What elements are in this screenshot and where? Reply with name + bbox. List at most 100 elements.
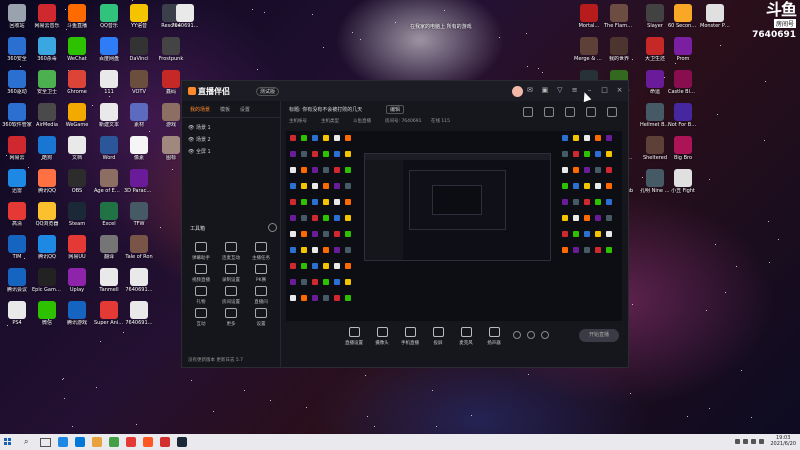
lock-icon[interactable] <box>523 107 534 117</box>
desktop-icon[interactable]: 腾讯游戏 <box>62 301 92 334</box>
desktop-icon[interactable]: PS4 <box>2 301 32 334</box>
gift-icon[interactable]: ▽ <box>555 86 564 95</box>
desktop-icon[interactable]: 新建文本 <box>94 103 124 136</box>
desktop-icon[interactable]: DaVinci <box>124 37 154 70</box>
desktop-icon[interactable]: 3D Paracosm <box>124 169 154 202</box>
menu-icon[interactable]: ≡ <box>570 86 579 95</box>
desktop-icon[interactable]: 360软件管家 <box>2 103 32 136</box>
desktop-icon[interactable]: 111 <box>94 70 124 103</box>
desktop-icon[interactable]: Frostpunk <box>156 37 186 70</box>
bottom-action-button[interactable]: 手机直播 <box>397 327 423 346</box>
desktop-icon[interactable]: 小丑 Fight <box>668 169 698 202</box>
scene-item[interactable]: 👁 场景 2 <box>182 134 280 146</box>
tool-button[interactable]: 更多 <box>216 305 246 327</box>
desktop-icon[interactable]: 360安全 <box>2 37 32 70</box>
desktop-icon[interactable]: Age of Empires <box>94 169 124 202</box>
desktop-icon[interactable]: 网易云音乐 <box>32 4 62 37</box>
bottom-action-button[interactable]: 直播设置 <box>341 327 367 346</box>
tool-button[interactable]: 弹幕助手 <box>186 239 216 261</box>
desktop-icon[interactable]: WeChat <box>62 37 92 70</box>
desktop-icon[interactable]: Tale of Ron <box>124 235 154 268</box>
search-icon[interactable]: ⌕ <box>24 438 28 446</box>
desktop-icon[interactable]: 迅雷 <box>2 169 32 202</box>
desktop-icon[interactable]: 斗鱼直播 <box>62 4 92 37</box>
tool-button[interactable]: 主播任务 <box>246 239 276 261</box>
skin-icon[interactable]: ▣ <box>540 86 549 95</box>
layout-icon[interactable] <box>544 107 555 117</box>
desktop-icon[interactable]: 孔明 Nine Prom <box>640 169 670 202</box>
start-live-button[interactable]: 开始直播 <box>579 329 619 342</box>
desktop-icon[interactable]: 360杀毒 <box>32 37 62 70</box>
tool-button[interactable]: 房间设置 <box>216 283 246 305</box>
taskbar-app-icon[interactable] <box>143 437 153 447</box>
share-icon[interactable] <box>607 107 617 117</box>
desktop-icon[interactable]: Steam <box>62 202 92 235</box>
desktop-icon[interactable]: 60 Seconds! Reatomized <box>668 4 698 37</box>
desktop-icon[interactable]: Big Bro <box>668 136 698 169</box>
tool-button[interactable]: 录制设置 <box>216 261 246 283</box>
message-icon[interactable]: ✉ <box>525 86 534 95</box>
desktop-icon[interactable]: Mortal… <box>574 4 604 37</box>
mic-settings-icon[interactable] <box>513 331 521 339</box>
desktop-icon[interactable]: TIM <box>2 235 32 268</box>
desktop-icon[interactable]: Castle Blood <box>668 70 698 103</box>
edit-title-button[interactable]: 编辑 <box>386 105 405 114</box>
tab-my-scenes[interactable]: 我的场景 <box>190 106 210 113</box>
desktop-icon[interactable]: Tanmell <box>94 268 124 301</box>
desktop-icon[interactable]: 命运 <box>640 70 670 103</box>
taskbar-app-icon[interactable] <box>126 437 136 447</box>
desktop-icon[interactable]: 像素 <box>124 136 154 169</box>
desktop-icon[interactable]: Chrome <box>62 70 92 103</box>
desktop-icon[interactable]: TFW <box>124 202 154 235</box>
desktop-icon[interactable]: WeGame <box>62 103 92 136</box>
desktop-icon[interactable]: VOTV <box>124 70 154 103</box>
desktop-icon[interactable]: 360驱动 <box>2 70 32 103</box>
desktop-icon[interactable]: Word <box>94 136 124 169</box>
taskbar-app-icon[interactable] <box>92 437 102 447</box>
app-titlebar[interactable]: 直播伴侣 测试版 ✉ ▣ ▽ ≡ – □ × <box>182 81 628 101</box>
tool-button[interactable]: 连麦互动 <box>216 239 246 261</box>
tab-settings[interactable]: 设置 <box>240 106 250 113</box>
stream-preview[interactable] <box>286 131 622 321</box>
desktop-icon[interactable]: 回收站 <box>2 4 32 37</box>
tool-button[interactable]: 互动 <box>186 305 216 327</box>
desktop-icon[interactable]: AirMedia <box>32 103 62 136</box>
desktop-icon[interactable]: 翻译 <box>94 235 124 268</box>
desktop-icon[interactable]: The Flame… <box>604 4 634 37</box>
desktop-icon[interactable]: Merge & Blade <box>574 37 604 70</box>
desktop-icon[interactable]: 7640691… <box>124 268 154 301</box>
taskbar-app-icon[interactable] <box>160 437 170 447</box>
network-icon[interactable] <box>743 439 748 444</box>
desktop-icon[interactable]: YY语音 <box>124 4 154 37</box>
desktop-icon[interactable]: 7640691… <box>124 301 154 334</box>
bottom-action-button[interactable]: 麦克风 <box>453 327 479 346</box>
desktop-icon[interactable]: 腾讯QQ <box>32 169 62 202</box>
desktop-icon[interactable]: Excel <box>94 202 124 235</box>
bottom-action-button[interactable]: 扬声器 <box>481 327 507 346</box>
sidebar-footer[interactable]: 没有更新版本 更新日志 5.7 <box>188 357 243 363</box>
desktop-icon[interactable]: 网易云 <box>2 136 32 169</box>
desktop-icon[interactable]: 7640691… <box>170 4 200 37</box>
desktop-icon[interactable]: 百度网盘 <box>94 37 124 70</box>
tab-templates[interactable]: 模板 <box>220 106 230 113</box>
tool-button[interactable]: 视频直播 <box>186 261 216 283</box>
desktop-icon[interactable]: 微信 <box>32 301 62 334</box>
taskbar-app-icon[interactable] <box>58 437 68 447</box>
maximize-icon[interactable]: □ <box>600 86 609 95</box>
toolbox-settings-icon[interactable] <box>268 223 277 232</box>
desktop-icon[interactable]: Hellmet Behind <box>640 103 670 136</box>
desktop-icon[interactable]: 我的世界 <box>604 37 634 70</box>
tool-button[interactable]: 设置 <box>246 305 276 327</box>
volume-icon[interactable] <box>751 439 756 444</box>
bottom-action-button[interactable]: 投屏 <box>425 327 451 346</box>
close-icon[interactable]: × <box>615 86 624 95</box>
desktop-icon[interactable]: OBS <box>62 169 92 202</box>
desktop-icon[interactable]: Epic Games Launcher <box>32 268 62 301</box>
gear-icon[interactable] <box>541 331 549 339</box>
desktop-icon[interactable]: Not For Broadcast <box>668 103 698 136</box>
tool-button[interactable]: PK赛 <box>246 261 276 283</box>
desktop-icon[interactable]: Super Animal <box>94 301 124 334</box>
desktop-icon[interactable]: QQ音乐 <box>94 4 124 37</box>
desktop-icon[interactable]: 酷狗 <box>32 136 62 169</box>
tool-button[interactable]: 礼物 <box>186 283 216 305</box>
